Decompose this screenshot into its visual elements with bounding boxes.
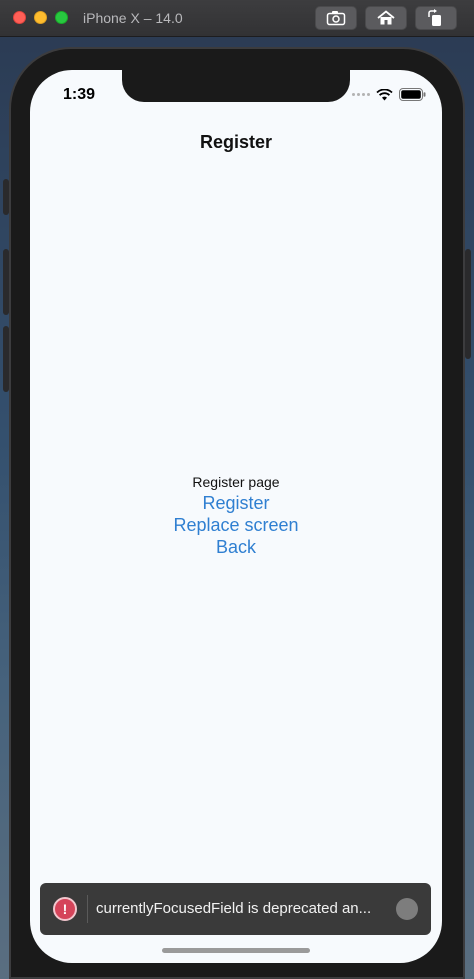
volume-down-button: [3, 326, 9, 392]
home-button[interactable]: [365, 6, 407, 30]
home-icon: [377, 10, 395, 25]
dismiss-button[interactable]: [396, 898, 418, 920]
minimize-window-button[interactable]: [34, 11, 47, 24]
nav-title: Register: [199, 132, 273, 152]
page-label: Register page: [192, 474, 280, 490]
rotate-button[interactable]: [415, 6, 457, 30]
app-screen: 1:39 Register Register page Register Rep…: [30, 70, 442, 963]
replace-screen-link[interactable]: Replace screen: [30, 514, 442, 536]
rotate-icon: [428, 9, 441, 26]
zoom-window-button[interactable]: [55, 11, 68, 24]
toast-divider: [87, 895, 88, 923]
wifi-icon: [376, 88, 393, 100]
register-content: Register page Register Replace screen Ba…: [30, 472, 442, 558]
signal-dots-icon: [352, 93, 370, 96]
home-indicator[interactable]: [162, 948, 310, 953]
title-bar: iPhone X – 14.0: [0, 0, 474, 37]
error-icon: !: [53, 897, 77, 921]
close-window-button[interactable]: [13, 11, 26, 24]
status-time: 1:39: [63, 86, 96, 103]
battery-icon: [399, 88, 426, 101]
notch: [122, 70, 350, 102]
volume-up-button: [3, 249, 9, 315]
status-indicators: [352, 88, 426, 101]
register-link[interactable]: Register: [30, 492, 442, 514]
screenshot-icon: [326, 11, 346, 26]
screenshot-button[interactable]: [315, 6, 357, 30]
mute-switch: [3, 179, 9, 215]
back-link[interactable]: Back: [30, 536, 442, 558]
window-title: iPhone X – 14.0: [83, 10, 183, 26]
simulator-window: iPhone X – 14.0 1:39 Register Register p…: [0, 0, 474, 979]
log-box-toast[interactable]: ! currentlyFocusedField is deprecated an…: [40, 883, 431, 935]
toast-message: currentlyFocusedField is deprecated an..…: [96, 900, 372, 917]
power-button: [465, 249, 471, 359]
